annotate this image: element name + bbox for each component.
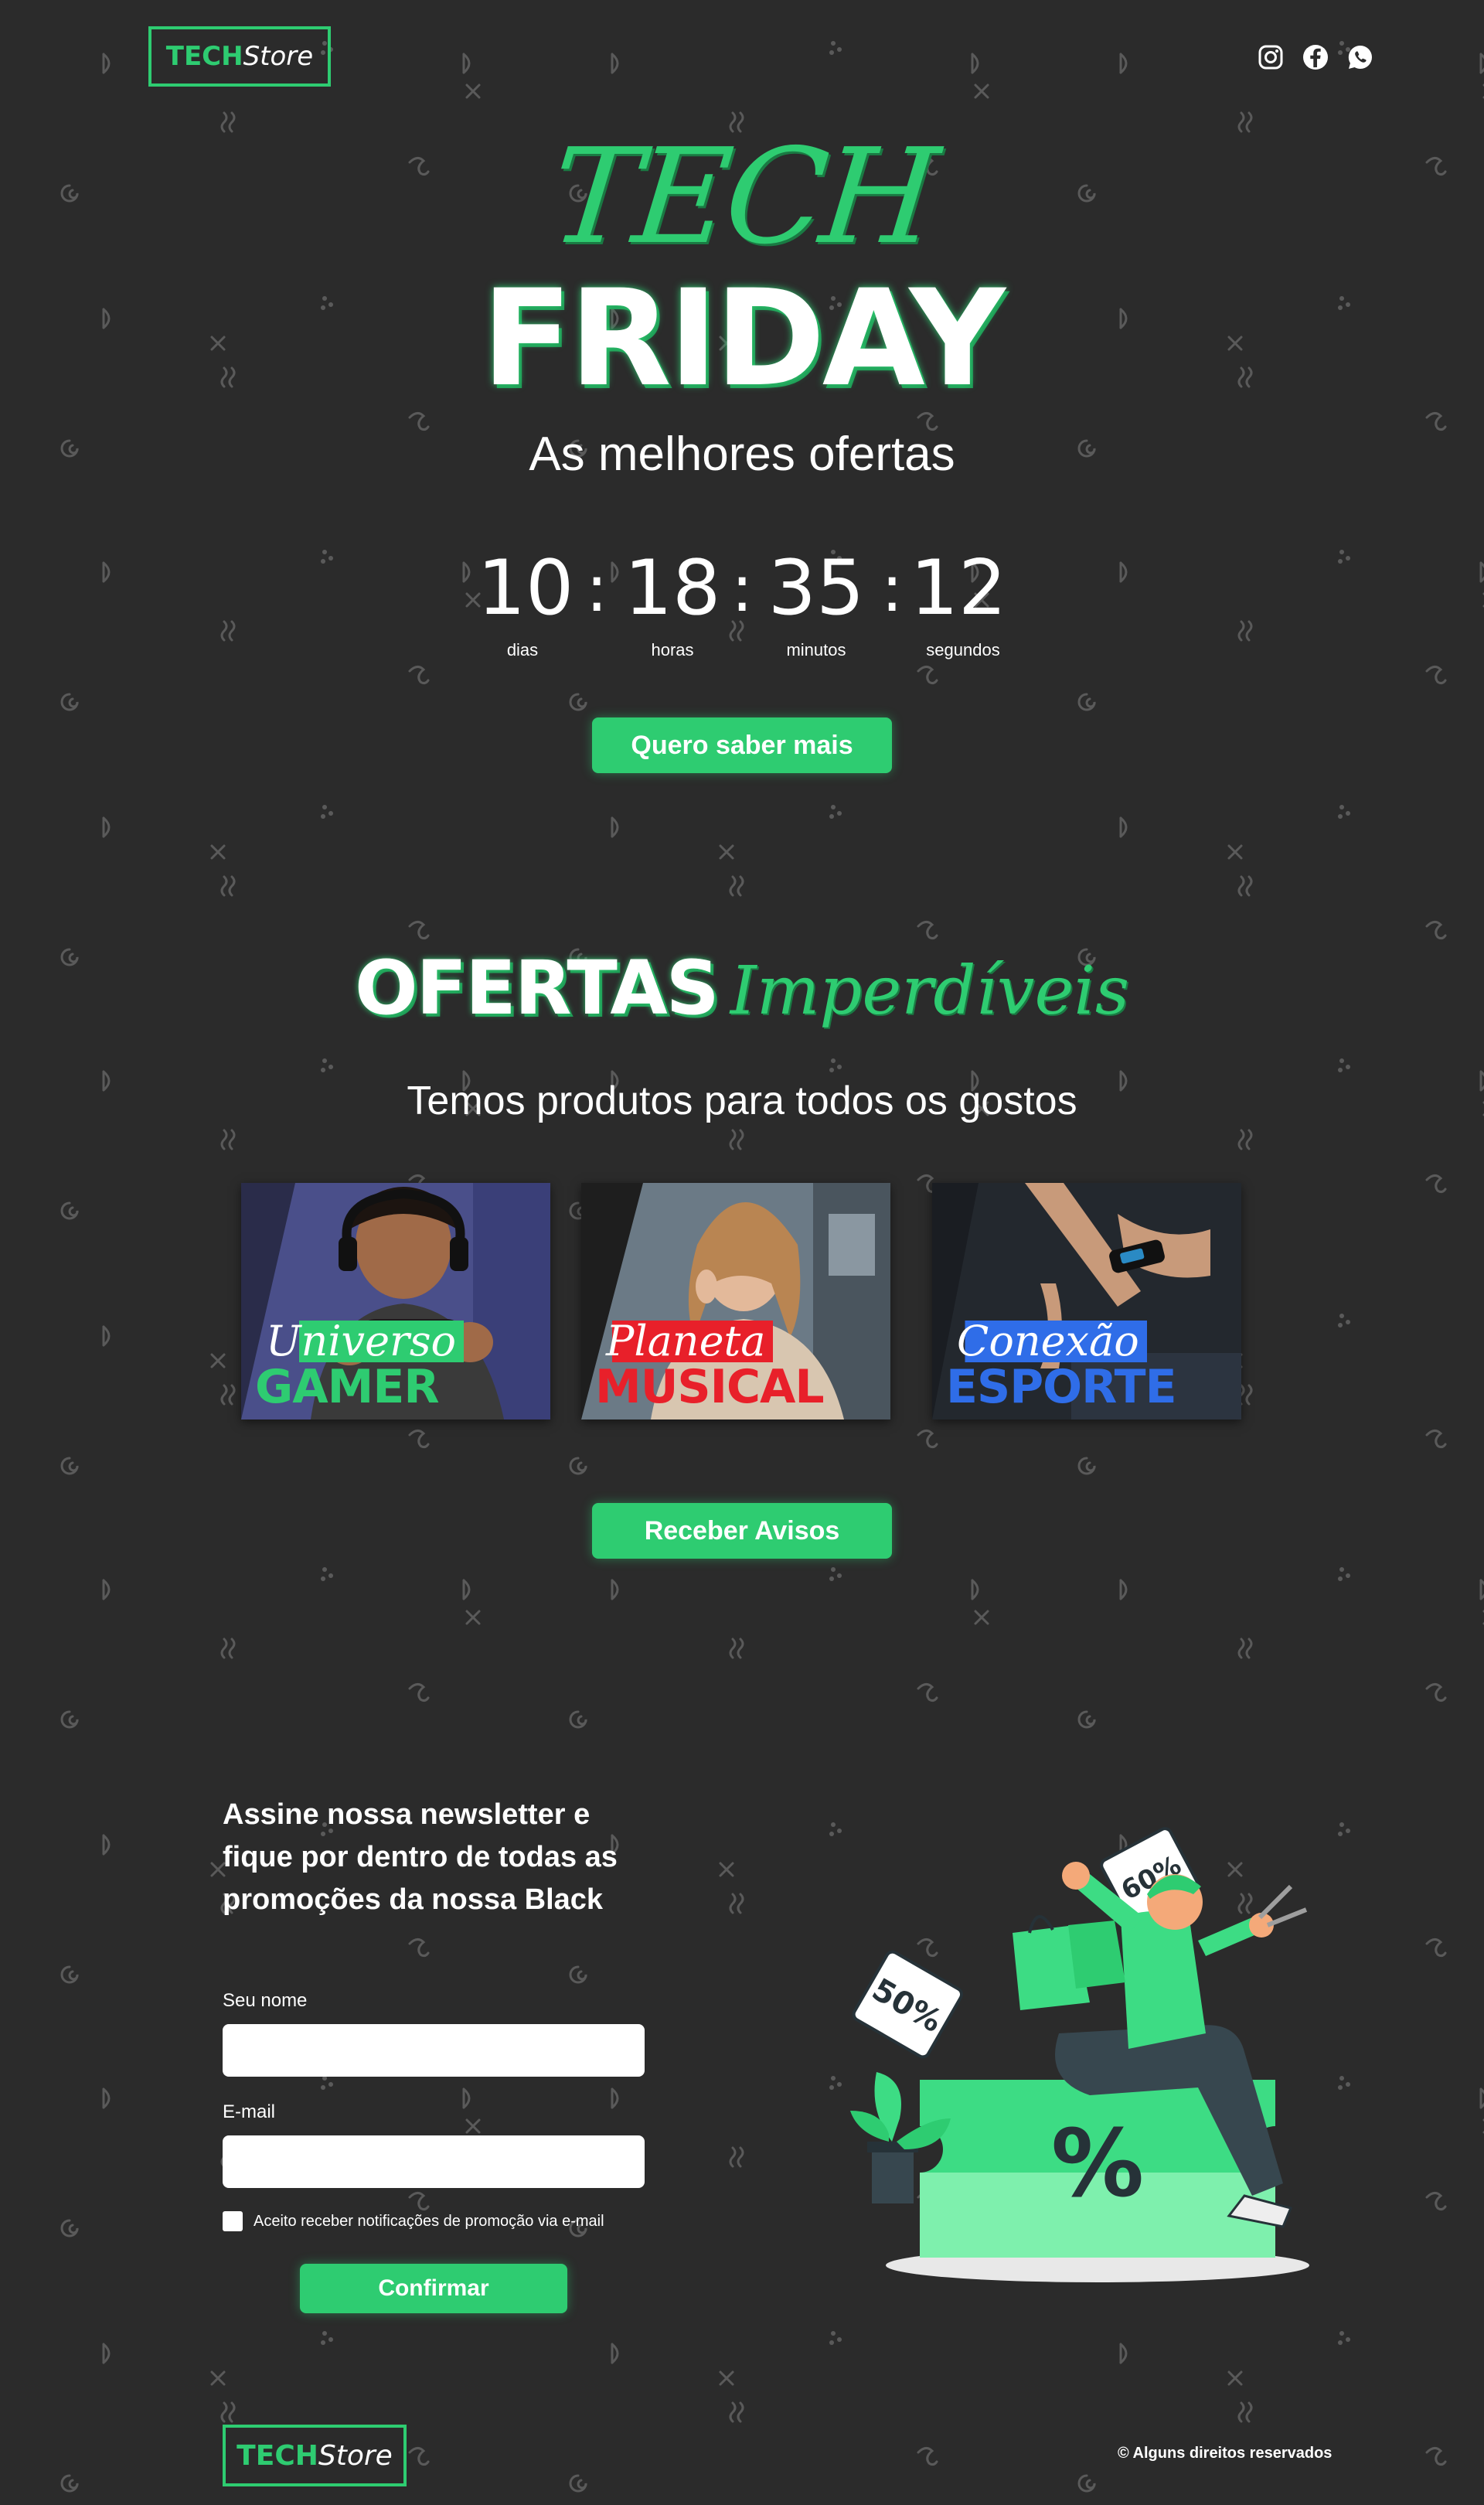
hero-subtitle: As melhores ofertas — [529, 428, 955, 481]
footer-logo-store-text: Store — [318, 2439, 393, 2472]
name-field-label: Seu nome — [223, 1990, 308, 2011]
footer-logo[interactable]: TECH Store — [223, 2425, 407, 2486]
countdown-minutes: 35 — [768, 544, 865, 632]
facebook-icon[interactable] — [1300, 42, 1331, 73]
countdown-separator: : — [586, 550, 608, 626]
card-musical-line2: MUSICAL — [595, 1360, 825, 1414]
footer-logo-tech-text: TECH — [237, 2439, 318, 2472]
countdown-days: 10 — [477, 544, 574, 632]
offers-subtitle: Temos produtos para todos os gostos — [407, 1079, 1077, 1123]
card-esporte-line1: Conexão — [949, 1321, 1147, 1362]
name-input[interactable] — [223, 2024, 645, 2077]
countdown-seconds-label: segundos — [926, 640, 1000, 659]
instagram-icon[interactable] — [1255, 42, 1286, 73]
offer-card-musical[interactable]: Planeta MUSICAL — [581, 1183, 890, 1420]
card-musical-line1: Planeta — [598, 1321, 774, 1362]
whatsapp-icon[interactable] — [1345, 42, 1376, 73]
offer-card-gamer[interactable]: Universo GAMER — [241, 1183, 550, 1420]
header-logo[interactable]: TECH Store — [148, 26, 331, 87]
learn-more-button[interactable]: Quero saber mais — [592, 717, 892, 773]
social-links — [1255, 42, 1376, 73]
countdown-hours: 18 — [624, 544, 721, 632]
hero-title-friday: FRIDAY — [482, 261, 1006, 416]
offer-card-esporte[interactable]: Conexão ESPORTE — [932, 1183, 1241, 1420]
offers-title-bold: OFERTAS — [354, 945, 720, 1031]
card-gamer-line2: GAMER — [255, 1360, 440, 1414]
copyright-text: © Alguns direitos reservados — [1118, 2445, 1333, 2462]
hero-title-tech: TECH — [543, 121, 941, 274]
countdown-days-label: dias — [506, 640, 539, 659]
logo-tech-text: TECH — [165, 41, 243, 72]
receive-alerts-button[interactable]: Receber Avisos — [592, 1503, 892, 1559]
countdown: 10 : 18 : 35 : 12 dias horas minutos seg… — [464, 544, 1020, 668]
countdown-minutes-label: minutos — [786, 640, 846, 659]
card-esporte-line2: ESPORTE — [946, 1360, 1177, 1414]
newsletter-title: Assine nossa newsletter e fique por dent… — [223, 1798, 618, 1917]
countdown-separator: : — [731, 550, 754, 626]
offers-title: OFERTAS Imperdíveis — [0, 945, 1484, 1038]
shopping-illustration: % 50% 60% — [850, 1827, 1309, 2282]
email-input[interactable] — [223, 2135, 645, 2188]
ticket-percent-text: % — [1051, 2111, 1144, 2218]
confirm-button[interactable]: Confirmar — [300, 2264, 567, 2313]
card-gamer-line1: Universo — [258, 1321, 465, 1362]
logo-store-text: Store — [243, 41, 314, 72]
consent-label: Aceito receber notificações de promoção … — [254, 2212, 604, 2230]
countdown-hours-label: horas — [651, 640, 694, 659]
consent-checkbox[interactable] — [223, 2211, 243, 2231]
countdown-seconds: 12 — [910, 544, 1007, 632]
consent-row: Aceito receber notificações de promoção … — [223, 2211, 604, 2231]
email-field-label: E-mail — [223, 2101, 276, 2122]
offers-title-script: Imperdíveis — [730, 953, 1130, 1030]
